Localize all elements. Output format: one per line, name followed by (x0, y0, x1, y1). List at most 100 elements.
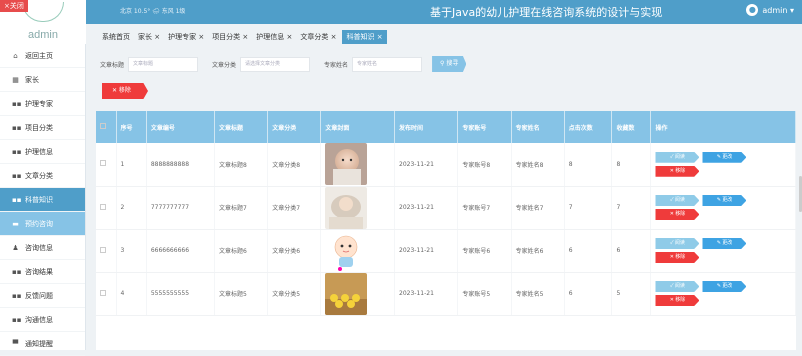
user-menu[interactable]: ● admin ▾ (746, 4, 794, 16)
tab-2[interactable]: 护理专家 × (166, 30, 206, 44)
column-header (96, 111, 117, 143)
close-button[interactable]: ×关闭 (0, 0, 28, 12)
sidebar-item-label: 预约咨询 (25, 219, 53, 228)
delete-button[interactable]: ✕ 移除 (655, 165, 700, 177)
article-category: 文章分类7 (267, 186, 322, 230)
weather-info: 北京 10.5° 🌧 东风 1级 (120, 8, 186, 15)
tab-1[interactable]: 家长 × (136, 30, 162, 44)
user-name: admin ▾ (762, 5, 794, 15)
grid-icon: ▪▪ (12, 99, 22, 108)
row-checkbox-cell (96, 272, 117, 316)
row-index: 3 (116, 229, 147, 273)
top-bar: 北京 10.5° 🌧 东风 1级 基于Java的幼儿护理在线咨询系统的设计与实现… (0, 0, 802, 24)
grid-icon: ▪▪ (12, 267, 22, 276)
category-label: 文章分类 (212, 61, 237, 69)
edit-button[interactable]: ✎ 更改 (702, 195, 747, 206)
sidebar-item-8[interactable]: ♟ 咨询信息 (0, 236, 85, 260)
delete-button[interactable]: ✕ 移除 (655, 295, 700, 306)
article-title: 文章标题8 (214, 143, 269, 187)
sidebar-item-11[interactable]: ▪▪ 沟通信息 (0, 308, 85, 332)
publish-time: 2023-11-21 (394, 186, 459, 230)
delete-button[interactable]: ✕ 移除 (655, 209, 700, 220)
expert-name: 专家姓名8 (511, 143, 565, 187)
avatar-icon: ● (746, 4, 759, 16)
edit-button[interactable]: ✎ 更改 (702, 151, 747, 163)
row-index: 4 (116, 272, 147, 316)
expert-account: 专家账号8 (457, 143, 512, 187)
article-code: 8888888888 (146, 143, 216, 187)
column-header: 点击次数 (564, 111, 613, 143)
read-button[interactable]: ✓ 阅读 (655, 195, 700, 206)
tab-4[interactable]: 护理信息 × (254, 30, 294, 44)
sidebar-item-9[interactable]: ▪▪ 咨询结果 (0, 260, 85, 284)
expert-name: 专家姓名7 (511, 186, 565, 230)
sidebar-item-label: 护理信息 (25, 147, 53, 156)
grid-icon: ▪▪ (12, 291, 22, 300)
article-title: 文章标题7 (214, 186, 269, 230)
favorite-count: 8 (611, 143, 652, 187)
tab-5[interactable]: 文章分类 × (298, 30, 338, 44)
sidebar-item-4[interactable]: ▪▪ 护理信息 (0, 140, 85, 164)
sidebar-item-5[interactable]: ▪▪ 文章分类 (0, 164, 85, 188)
edit-button[interactable]: ✎ 更改 (702, 238, 747, 249)
tab-0[interactable]: 系统首页 (100, 30, 132, 44)
read-button[interactable]: ✓ 阅读 (655, 151, 700, 163)
column-header: 专家账号 (457, 111, 512, 143)
expert-account: 专家账号6 (457, 229, 512, 273)
sidebar-item-label: 护理专家 (25, 99, 53, 108)
cover-cell (320, 186, 396, 230)
tab-3[interactable]: 项目分类 × (210, 30, 250, 44)
row-checkbox[interactable] (100, 289, 106, 296)
favorite-count: 6 (611, 229, 652, 273)
click-count: 7 (564, 186, 613, 230)
row-checkbox[interactable] (100, 203, 106, 210)
search-button[interactable]: ⚲ 搜寻 (432, 56, 467, 72)
column-header: 收藏数 (611, 111, 652, 143)
logo-text: admin (28, 29, 58, 41)
tab-6[interactable]: 科普知识 × (342, 30, 387, 44)
category-select[interactable]: 请选择文章分类 (240, 56, 311, 72)
actions-cell: ✓ 阅读 ✎ 更改 ✕ 移除 (650, 229, 796, 273)
sidebar-item-label: 沟通信息 (25, 315, 53, 324)
column-header: 文章封面 (320, 111, 396, 143)
table-row: 3 6666666666 文章标题6 文章分类6 2023-11-21 专家账号6 专家姓名… (96, 229, 796, 273)
click-count: 6 (564, 272, 613, 316)
grid-icon: ▪▪ (12, 315, 22, 324)
sidebar-item-6[interactable]: ▪▪ 科普知识 (0, 188, 85, 212)
click-count: 6 (564, 229, 613, 273)
person-icon: ♟ (12, 243, 19, 252)
sidebar-item-label: 科普知识 (25, 195, 53, 204)
actions-cell: ✓ 阅读 ✎ 更改 ✕ 移除 (650, 143, 796, 187)
row-checkbox[interactable] (100, 160, 106, 167)
sidebar-item-1[interactable]: ▦ 家长 (0, 68, 85, 92)
sidebar: ⌂ 返回主页 ▦ 家长 ▪▪ 护理专家 ▪▪ 项目分类 ▪▪ 护理信息 ▪▪ 文章分类 ▪▪ 科普知识 ▬ 预… (0, 44, 86, 356)
edit-button[interactable]: ✎ 更改 (702, 281, 747, 292)
sidebar-item-7[interactable]: ▬ 预约咨询 (0, 212, 85, 236)
logo-icon (22, 2, 64, 22)
title-input[interactable]: 文章标题 (128, 56, 199, 72)
sidebar-item-label: 通知提醒 (25, 339, 53, 348)
sidebar-item-0[interactable]: ⌂ 返回主页 (0, 44, 85, 68)
row-index: 1 (116, 143, 147, 187)
table-row: 1 8888888888 文章标题8 文章分类8 2023-11-21 专家账号8 专家姓名… (96, 143, 796, 187)
column-header: 操作 (650, 111, 796, 143)
expert-input[interactable]: 专家姓名 (352, 56, 423, 72)
article-code: 7777777777 (146, 186, 216, 230)
sidebar-item-2[interactable]: ▪▪ 护理专家 (0, 92, 85, 116)
sidebar-item-10[interactable]: ▪▪ 反馈问题 (0, 284, 85, 308)
publish-time: 2023-11-21 (394, 272, 459, 316)
article-cover-image (325, 186, 368, 229)
read-button[interactable]: ✓ 阅读 (655, 238, 700, 249)
table-row: 2 7777777777 文章标题7 文章分类7 2023-11-21 专家账号7 专家姓名… (96, 186, 796, 230)
select-all-checkbox[interactable] (100, 123, 106, 129)
sidebar-item-3[interactable]: ▪▪ 项目分类 (0, 116, 85, 140)
row-checkbox-cell (96, 229, 117, 273)
delete-button[interactable]: ✕ 移除 (655, 252, 700, 263)
column-header: 序号 (116, 111, 147, 143)
remove-button[interactable]: ✕ 移除 (102, 83, 148, 99)
row-checkbox-cell (96, 186, 117, 230)
row-checkbox[interactable] (100, 246, 106, 253)
read-button[interactable]: ✓ 阅读 (655, 281, 700, 292)
sidebar-item-12[interactable]: ▀ 通知提醒 (0, 332, 85, 356)
article-category: 文章分类5 (267, 272, 322, 316)
